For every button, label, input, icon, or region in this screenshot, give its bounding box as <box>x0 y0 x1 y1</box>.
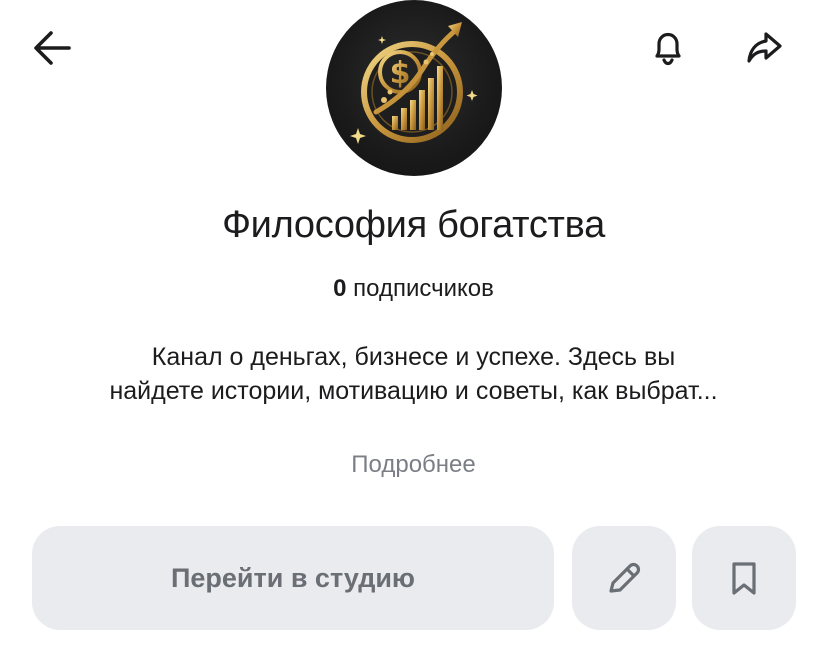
edit-button[interactable] <box>572 526 676 630</box>
description-line-2: найдете истории, мотивацию и советы, как… <box>109 377 718 405</box>
bookmark-button[interactable] <box>692 526 796 630</box>
channel-description: Канал о деньгах, бизнесе и успехе. Здесь… <box>30 340 797 408</box>
bell-icon <box>655 32 681 66</box>
description-line-1: Канал о деньгах, бизнесе и успехе. Здесь… <box>151 343 676 371</box>
arrow-left-icon <box>34 31 71 65</box>
subscribers-label: подписчиков <box>353 275 494 302</box>
money-growth-logo: $ <box>350 22 478 144</box>
subscribers-number: 0 <box>333 275 347 302</box>
more-link[interactable]: Подробнее <box>0 448 827 482</box>
subscribers-count: 0 подписчиков <box>0 272 827 306</box>
go-to-studio-label: Перейти в студию <box>170 562 415 593</box>
channel-title: Философия богатства <box>222 204 605 246</box>
channel-avatar: $ <box>326 0 502 176</box>
share-button[interactable] <box>734 18 794 78</box>
pencil-icon <box>609 562 641 593</box>
notifications-button[interactable] <box>638 18 698 78</box>
back-button[interactable] <box>22 18 82 78</box>
go-to-studio-button[interactable]: Перейти в студию <box>32 526 554 630</box>
share-forward-icon <box>747 32 782 63</box>
bookmark-icon <box>732 562 756 595</box>
